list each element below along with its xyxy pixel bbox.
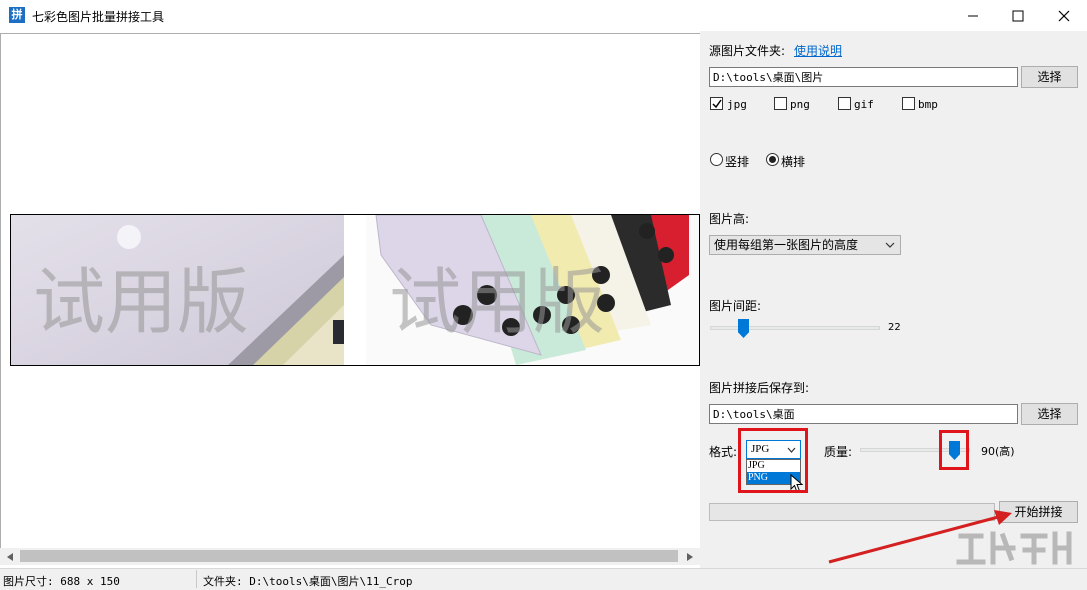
status-separator: [196, 570, 197, 588]
source-folder-input[interactable]: D:\tools\桌面\图片: [709, 67, 1018, 87]
status-bar: [0, 568, 1087, 590]
spacing-label: 图片间距:: [709, 299, 762, 313]
maximize-button[interactable]: [995, 0, 1041, 31]
chevron-down-icon: [885, 242, 895, 248]
browse-source-button[interactable]: 选择: [1021, 66, 1078, 88]
trial-watermark-left: 试用版: [33, 260, 250, 344]
vertical-label: 竖排: [725, 155, 750, 169]
checkmark-icon: [711, 99, 722, 108]
gif-label: gif: [854, 98, 874, 111]
scroll-right-button[interactable]: [683, 548, 697, 565]
app-icon: 拼: [9, 7, 25, 23]
maximize-icon: [1012, 10, 1024, 21]
png-checkbox[interactable]: [774, 97, 787, 110]
stitched-preview-image: 试用版 试用版: [10, 214, 700, 366]
quality-highlight-box: [939, 430, 969, 470]
folder-status: 文件夹: D:\tools\桌面\图片\11_Crop: [203, 575, 413, 588]
format-highlight-box: [738, 428, 808, 493]
format-label: 格式:: [709, 445, 738, 459]
site-logo-watermark-icon: [956, 531, 1072, 565]
window-title: 七彩色图片批量拼接工具: [32, 10, 165, 24]
horizontal-radio[interactable]: [766, 153, 779, 166]
image-height-select[interactable]: 使用每组第一张图片的高度: [709, 235, 901, 255]
arrow-right-icon: [687, 552, 693, 561]
jpg-label: jpg: [727, 98, 747, 111]
bmp-checkbox[interactable]: [902, 97, 915, 110]
png-label: png: [790, 98, 810, 111]
source-folder-label: 源图片文件夹:: [709, 44, 786, 58]
jpg-checkbox[interactable]: [710, 97, 723, 110]
horizontal-label: 横排: [781, 155, 806, 169]
close-button[interactable]: [1041, 0, 1087, 31]
spacing-slider-track[interactable]: [710, 326, 880, 330]
gif-checkbox[interactable]: [838, 97, 851, 110]
minimize-icon: [968, 15, 978, 16]
vertical-radio[interactable]: [710, 153, 723, 166]
image-height-label: 图片高:: [709, 212, 750, 226]
spacing-value: 22: [888, 322, 901, 333]
save-folder-input[interactable]: D:\tools\桌面: [709, 404, 1018, 424]
browse-save-button[interactable]: 选择: [1021, 403, 1078, 425]
image-size-status: 图片尺寸: 688 x 150: [3, 575, 120, 588]
quality-value: 90(高): [981, 445, 1015, 458]
scrollbar-thumb[interactable]: [20, 550, 678, 562]
help-link[interactable]: 使用说明: [794, 42, 842, 59]
save-to-label: 图片拼接后保存到:: [709, 381, 810, 395]
minimize-button[interactable]: [950, 0, 996, 31]
image-height-value: 使用每组第一张图片的高度: [714, 238, 859, 252]
quality-label: 质量:: [824, 445, 853, 459]
arrow-left-icon: [7, 552, 13, 561]
scroll-left-button[interactable]: [3, 548, 17, 565]
bmp-label: bmp: [918, 98, 938, 111]
close-icon: [1058, 10, 1070, 21]
trial-watermark-right: 试用版: [389, 260, 606, 344]
